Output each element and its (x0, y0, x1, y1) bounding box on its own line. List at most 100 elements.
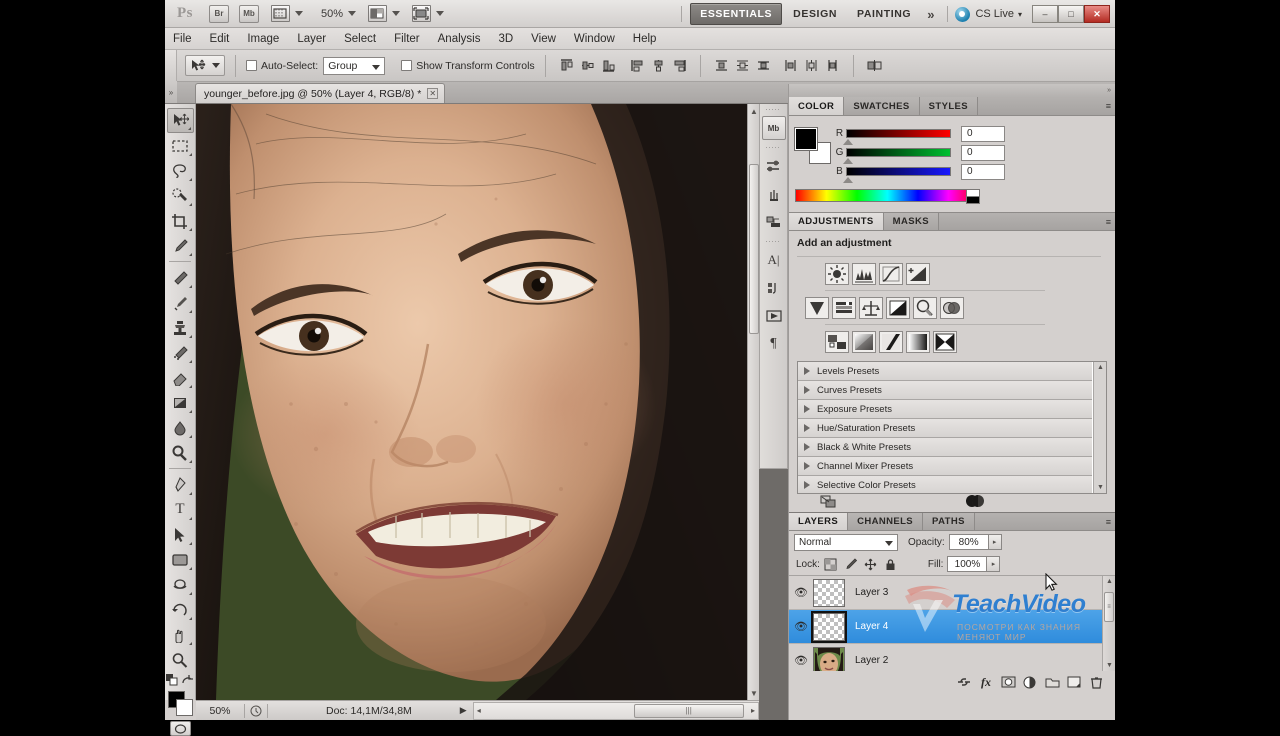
fill-stepper[interactable]: ▸ (987, 556, 1001, 572)
distribute-top-edges-button[interactable] (713, 57, 730, 74)
align-horizontal-centers-button[interactable] (650, 57, 667, 74)
hue-saturation-icon[interactable] (832, 297, 856, 319)
preset-channel-mixer[interactable]: Channel Mixer Presets (798, 457, 1092, 476)
layers-list[interactable]: 👁 Layer 3 👁 Layer 4 👁 Layer 2 ▲ ≡ ▼ Teac… (789, 575, 1115, 671)
align-right-edges-button[interactable] (671, 57, 688, 74)
menu-image[interactable]: Image (247, 33, 279, 45)
preset-black-white[interactable]: Black & White Presets (798, 438, 1092, 457)
layer-name[interactable]: Layer 4 (855, 621, 888, 632)
auto-select-scope-dropdown[interactable]: Group (323, 56, 386, 75)
clone-source-dock-icon[interactable] (762, 210, 786, 234)
more-workspaces-icon[interactable]: » (921, 7, 940, 22)
horizontal-scroll-thumb[interactable]: ||| (633, 703, 744, 718)
quick-mask-mode-button[interactable] (169, 721, 191, 736)
invert-icon[interactable] (825, 331, 849, 353)
scroll-up-arrow-icon[interactable]: ▲ (1097, 364, 1104, 371)
blur-tool[interactable] (167, 415, 194, 440)
brush-tool[interactable] (167, 290, 194, 315)
active-tool-preset[interactable] (185, 55, 225, 76)
scroll-down-arrow-icon[interactable]: ▼ (750, 688, 758, 698)
levels-icon[interactable] (852, 263, 876, 285)
canvas-vertical-scrollbar[interactable]: ▲ ▼ (747, 104, 759, 700)
opacity-input[interactable]: 80% (948, 534, 989, 550)
slider-track-g[interactable] (843, 148, 951, 164)
paragraph-marks-icon[interactable]: ¶ (762, 332, 786, 356)
menu-edit[interactable]: Edit (210, 33, 230, 45)
align-bottom-edges-button[interactable] (600, 57, 617, 74)
vertical-scroll-thumb[interactable] (749, 164, 759, 334)
threshold-icon[interactable] (879, 331, 903, 353)
zoom-tool[interactable] (167, 647, 194, 672)
presets-scrollbar[interactable]: ▲ ▼ (1093, 362, 1106, 493)
dock-grip[interactable] (766, 106, 781, 112)
slider-track-b[interactable] (843, 167, 951, 183)
link-layers-icon[interactable] (953, 673, 975, 691)
slider-thumb-g[interactable] (843, 158, 853, 164)
tab-masks[interactable]: MASKS (883, 213, 939, 230)
color-panel-header[interactable]: » (789, 84, 1115, 97)
dock-grip-3[interactable] (766, 238, 781, 244)
swap-colors-icon[interactable] (181, 674, 194, 687)
slider-thumb-b[interactable] (843, 177, 853, 183)
canvas-horizontal-scrollbar[interactable]: ◂ ||| ▸ (472, 701, 759, 720)
move-tool[interactable] (166, 108, 194, 133)
show-transform-controls-checkbox[interactable] (401, 60, 413, 71)
default-colors-icon[interactable] (166, 674, 179, 687)
scroll-down-arrow-icon[interactable]: ▼ (1097, 484, 1104, 491)
preview-toggle-icon[interactable] (964, 494, 986, 513)
lock-transparent-pixels-icon[interactable] (824, 557, 838, 571)
slider-value-g[interactable]: 0 (961, 144, 1005, 161)
quick-selection-tool[interactable] (167, 183, 194, 208)
menu-3d[interactable]: 3D (498, 33, 513, 45)
adjustment-presets-list[interactable]: Levels Presets Curves Presets Exposure P… (797, 361, 1107, 494)
spot-healing-brush-tool[interactable] (167, 265, 194, 290)
tab-adjustments[interactable]: ADJUSTMENTS (789, 213, 884, 230)
scroll-right-arrow-icon[interactable]: ▸ (751, 706, 755, 715)
maximize-button[interactable]: □ (1058, 5, 1084, 23)
gradient-map-icon[interactable] (906, 331, 930, 353)
selective-color-icon[interactable] (933, 331, 957, 353)
hand-tool[interactable] (167, 622, 194, 647)
photo-image[interactable] (196, 104, 747, 700)
distribute-bottom-edges-button[interactable] (755, 57, 772, 74)
options-bar-grip[interactable] (165, 49, 177, 82)
menu-file[interactable]: File (173, 33, 192, 45)
paragraph-panel-icon[interactable] (762, 276, 786, 300)
distribute-horizontal-centers-button[interactable] (803, 57, 820, 74)
tab-styles[interactable]: STYLES (919, 97, 979, 115)
table-row[interactable]: 👁 Layer 4 (789, 610, 1115, 644)
curves-icon[interactable] (879, 263, 903, 285)
lock-image-pixels-icon[interactable] (844, 557, 858, 571)
launch-bridge-button[interactable]: Br (209, 4, 229, 23)
photo-filter-icon[interactable] (913, 297, 937, 319)
brightness-contrast-icon[interactable] (825, 263, 849, 285)
posterize-icon[interactable] (852, 331, 876, 353)
animation-panel-icon[interactable] (762, 304, 786, 328)
cs-live-button[interactable]: CS Live ▾ (955, 6, 1022, 22)
gradient-tool[interactable] (167, 390, 194, 415)
black-white-swatch[interactable] (966, 189, 980, 204)
color-panel-menu-icon[interactable]: ≡ (1106, 101, 1111, 111)
workspace-painting[interactable]: PAINTING (848, 4, 920, 24)
preset-selective-color[interactable]: Selective Color Presets (798, 476, 1092, 493)
menu-layer[interactable]: Layer (297, 33, 326, 45)
fill-input[interactable]: 100% (947, 556, 988, 572)
eyedropper-tool[interactable] (167, 233, 194, 258)
tab-layers[interactable]: LAYERS (789, 513, 849, 530)
dodge-tool[interactable] (167, 440, 194, 465)
layer-visibility-icon[interactable]: 👁 (789, 620, 813, 633)
black-white-icon[interactable] (886, 297, 910, 319)
layer-visibility-icon[interactable]: 👁 (789, 586, 813, 599)
preset-exposure[interactable]: Exposure Presets (798, 400, 1092, 419)
lasso-tool[interactable] (167, 158, 194, 183)
blend-mode-dropdown[interactable]: Normal (794, 533, 898, 551)
dock-grip-2[interactable] (766, 144, 781, 150)
menu-window[interactable]: Window (574, 33, 615, 45)
menu-analysis[interactable]: Analysis (438, 33, 481, 45)
color-spectrum-ramp[interactable] (795, 189, 980, 204)
eraser-tool[interactable] (167, 365, 194, 390)
3d-camera-rotate-tool[interactable] (167, 597, 194, 622)
table-row[interactable]: 👁 Layer 3 (789, 576, 1115, 610)
scroll-up-arrow-icon[interactable]: ▲ (1106, 578, 1113, 585)
align-top-edges-button[interactable] (558, 57, 575, 74)
